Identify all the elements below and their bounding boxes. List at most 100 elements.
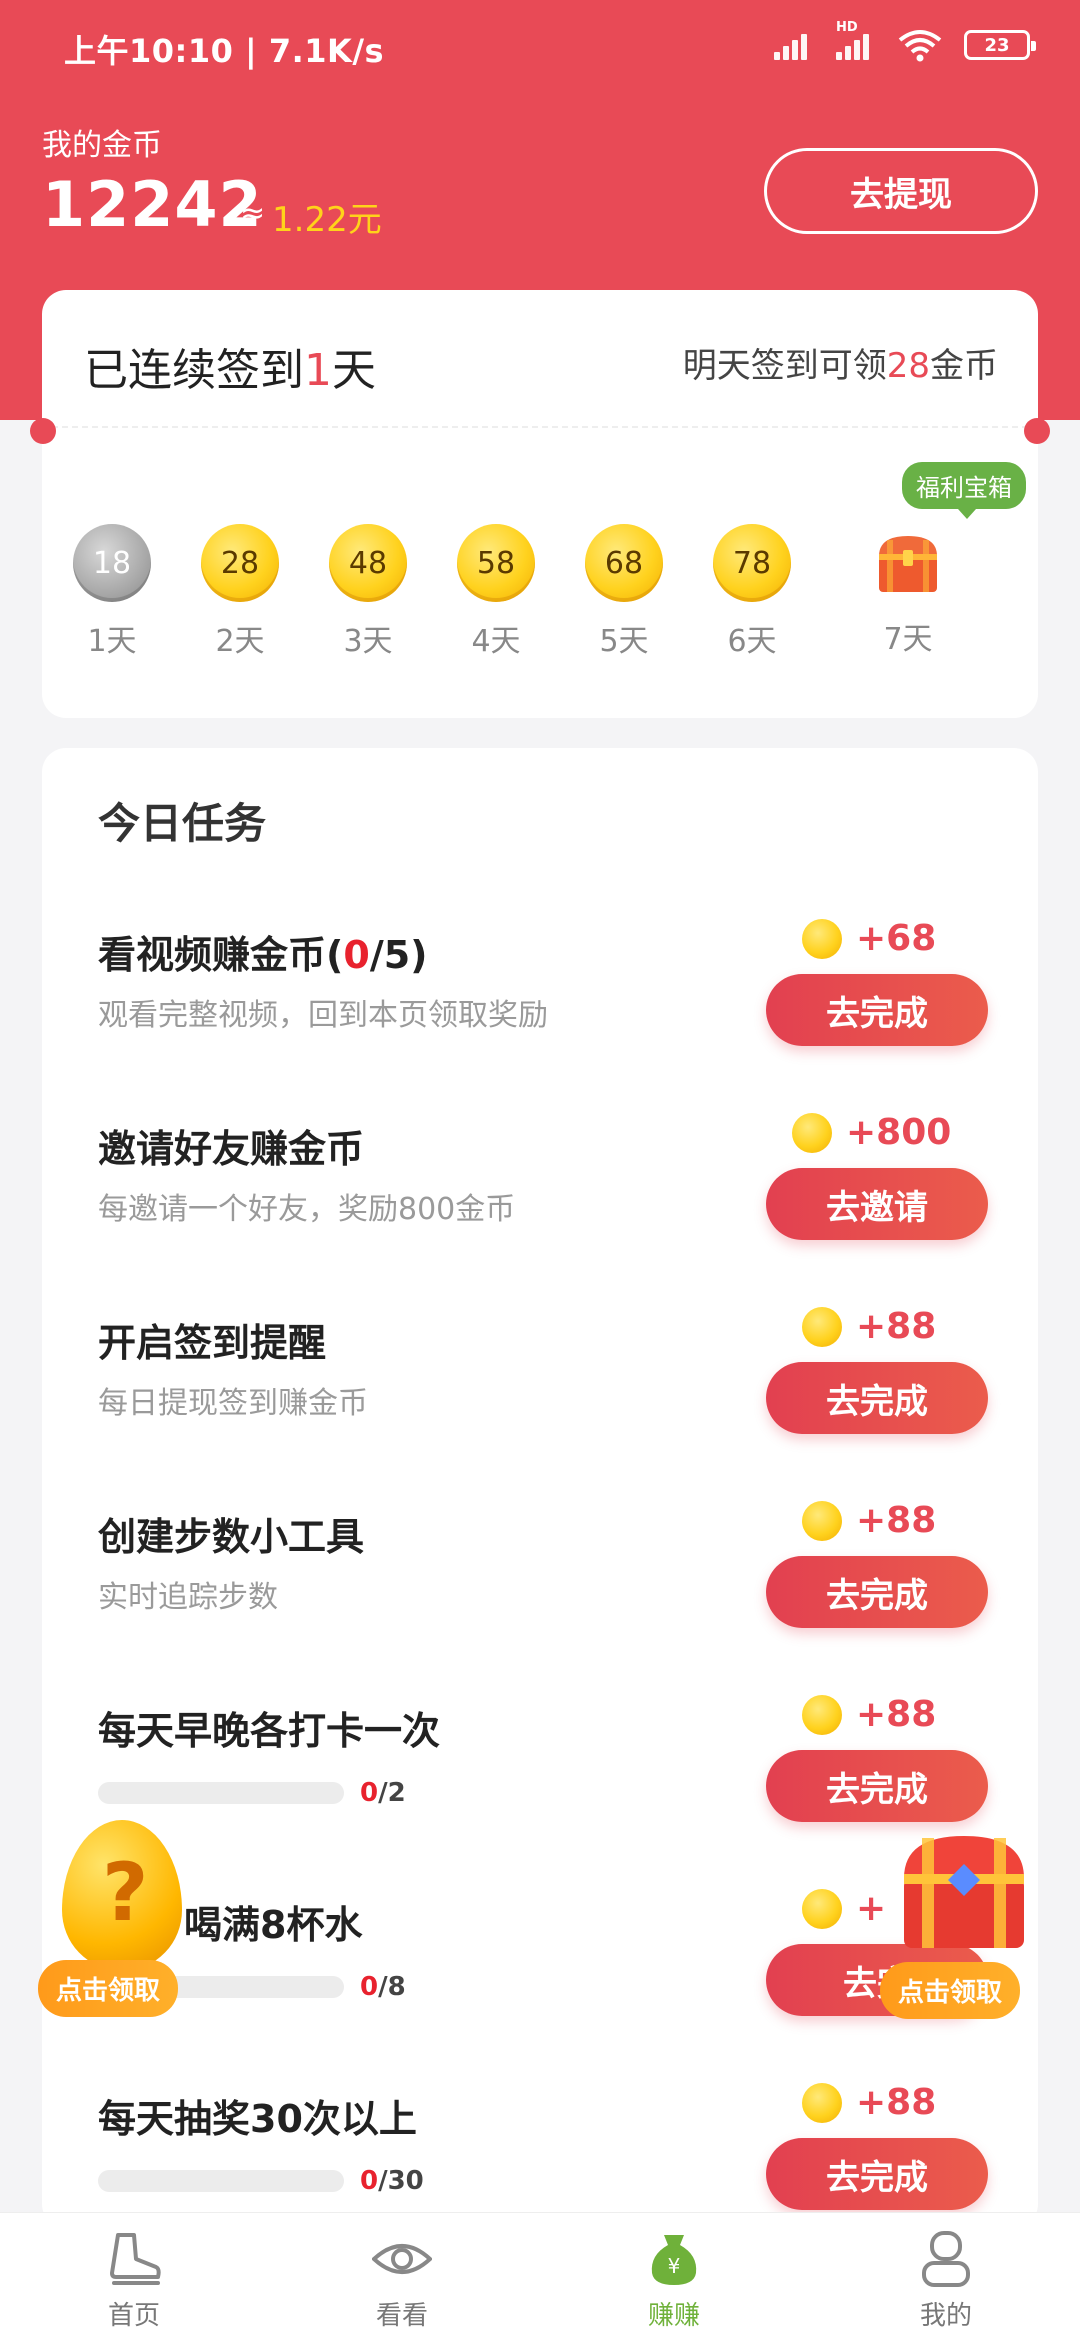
task-reward: +88 — [802, 1500, 936, 1541]
reward-amount: +88 — [856, 1694, 937, 1735]
progress-done: 0 — [360, 2166, 379, 2196]
tomorrow-reward: 明天签到可领28金币 — [683, 338, 998, 387]
day-label: 5天 — [599, 624, 649, 659]
task-progress: 0/30 — [98, 2166, 424, 2196]
status-time: 上午10:10 | 7.1K/s — [64, 32, 385, 70]
signin-day-7[interactable]: 7天 — [848, 490, 968, 658]
progress-total: /30 — [378, 2166, 424, 2196]
signin-day-1[interactable]: 18 1天 — [52, 490, 172, 660]
progress-text: 0/8 — [360, 1972, 406, 2002]
task-action-button[interactable]: 去完成 — [766, 1750, 988, 1822]
coin-label: 我的金币 — [42, 128, 162, 163]
task-reward: + — [802, 1888, 886, 1929]
day-label: 7天 — [883, 622, 933, 657]
signin-day-6[interactable]: 78 6天 — [692, 490, 812, 660]
reward-amount: +88 — [856, 2082, 937, 2123]
coin-amount: 12242 — [42, 168, 263, 241]
tasks-title: 今日任务 — [98, 799, 267, 848]
floating-egg-reward[interactable]: ? 点击领取 — [38, 1820, 208, 2017]
chest-claim-label[interactable]: 点击领取 — [880, 1962, 1021, 2019]
floating-chest-reward[interactable]: 点击领取 — [880, 1820, 1060, 2019]
task-name: 看视频赚金币(0/5) — [98, 924, 428, 979]
coin-icon: 48 — [329, 524, 407, 602]
coin-icon — [802, 1888, 842, 1929]
progress-done: 0 — [360, 1972, 379, 2002]
task-action-button[interactable]: 去完成 — [766, 1556, 988, 1628]
nav-item-home[interactable]: 首页 — [34, 2213, 234, 2340]
day-label: 3天 — [343, 624, 393, 659]
nav-item-profile[interactable]: 我的 — [846, 2213, 1046, 2340]
coin-icon: 58 — [457, 524, 535, 602]
coin-icon — [802, 1500, 842, 1541]
bottom-nav: 首页 看看 ¥ 赚赚 我的 — [0, 2212, 1080, 2340]
task-reward: +88 — [802, 1306, 936, 1347]
signin-day-5[interactable]: 68 5天 — [564, 490, 684, 660]
task-name-text: 看视频赚金币( — [98, 933, 344, 977]
card-notch-right — [1024, 418, 1050, 444]
task-action-button[interactable]: 去完成 — [766, 974, 988, 1046]
progress-total: /2 — [378, 1778, 406, 1808]
egg-claim-label[interactable]: 点击领取 — [38, 1960, 179, 2017]
tomorrow-suffix: 金币 — [930, 346, 998, 386]
streak-days: 1 — [304, 345, 332, 396]
status-icons: HD 23 — [774, 20, 1036, 62]
task-name: 创建步数小工具 — [98, 1515, 365, 1559]
signin-streak: 已连续签到1天 — [84, 334, 376, 398]
signin-summary: 已连续签到1天 明天签到可领28金币 — [42, 290, 1038, 428]
progress-bar — [98, 2170, 344, 2192]
reward-amount: +88 — [856, 1306, 937, 1347]
status-bar: 上午10:10 | 7.1K/s HD 23 — [0, 0, 1080, 96]
task-invite-friends: 邀请好友赚金币 每邀请一个好友，奖励800金币 +800 去邀请 — [42, 1112, 1038, 1312]
coin-icon: 28 — [201, 524, 279, 602]
nav-label: 我的 — [919, 2301, 972, 2331]
coin-icon — [802, 1694, 842, 1735]
tomorrow-coins: 28 — [886, 346, 930, 386]
hd-label: HD — [836, 20, 858, 35]
treasure-chest-icon — [879, 536, 937, 592]
signin-day-2[interactable]: 28 2天 — [180, 490, 300, 660]
withdraw-button[interactable]: 去提现 — [764, 148, 1038, 234]
task-watch-video: 看视频赚金币(0/5) 观看完整视频，回到本页领取奖励 +68 去完成 — [42, 918, 1038, 1118]
task-action-button[interactable]: 去邀请 — [766, 1168, 988, 1240]
coin-icon: 18 — [73, 524, 151, 602]
money-bag-icon: ¥ — [651, 2235, 697, 2285]
nav-label: 赚赚 — [647, 2301, 700, 2331]
day-label: 1天 — [87, 624, 137, 659]
task-action-button[interactable]: 去完成 — [766, 2138, 988, 2210]
coin-icon — [802, 918, 842, 959]
signal-icon — [774, 30, 814, 60]
reward-amount: +800 — [846, 1112, 952, 1153]
question-mark-icon: ? — [102, 1846, 149, 1939]
task-action-button[interactable]: 去完成 — [766, 1362, 988, 1434]
day-label: 4天 — [471, 624, 521, 659]
coin-icon — [802, 2082, 842, 2123]
task-progress-done: 0 — [343, 933, 370, 977]
nav-label: 首页 — [107, 2301, 160, 2331]
signin-day-4[interactable]: 58 4天 — [436, 490, 556, 660]
task-desc: 每邀请一个好友，奖励800金币 — [98, 1192, 516, 1227]
task-name: 邀请好友赚金币 — [98, 1127, 365, 1171]
progress-text: 0/2 — [360, 1778, 406, 1808]
coin-icon — [802, 1306, 842, 1347]
task-reward: +88 — [802, 2082, 936, 2123]
treasure-chest-icon — [904, 1836, 1024, 1948]
task-lottery: 每天抽奖30次以上 0/30 +88 去完成 — [42, 2082, 1038, 2228]
nav-item-earn[interactable]: ¥ 赚赚 — [574, 2213, 774, 2340]
signin-day-3[interactable]: 48 3天 — [308, 490, 428, 660]
nav-item-watch[interactable]: 看看 — [302, 2213, 502, 2340]
tomorrow-prefix: 明天签到可领 — [682, 346, 887, 386]
task-name: 每天抽奖30次以上 — [98, 2097, 417, 2141]
day-label: 6天 — [727, 624, 777, 659]
progress-total: /8 — [378, 1972, 406, 2002]
task-name: 开启签到提醒 — [98, 1321, 327, 1365]
task-name: 喝满8杯水 — [184, 1903, 363, 1947]
sneaker-icon — [110, 2233, 161, 2285]
progress-bar — [98, 1782, 344, 1804]
signin-days: 18 1天 28 2天 48 3天 58 4天 68 5天 78 6天 7天 — [42, 490, 1038, 690]
task-reward: +68 — [802, 918, 936, 959]
svg-text:¥: ¥ — [668, 2254, 681, 2278]
task-progress-rest: /5) — [369, 933, 428, 977]
coin-yuan-value: 1.22元 — [272, 200, 382, 240]
reward-amount: +68 — [856, 918, 937, 959]
task-reward: +800 — [792, 1112, 951, 1153]
